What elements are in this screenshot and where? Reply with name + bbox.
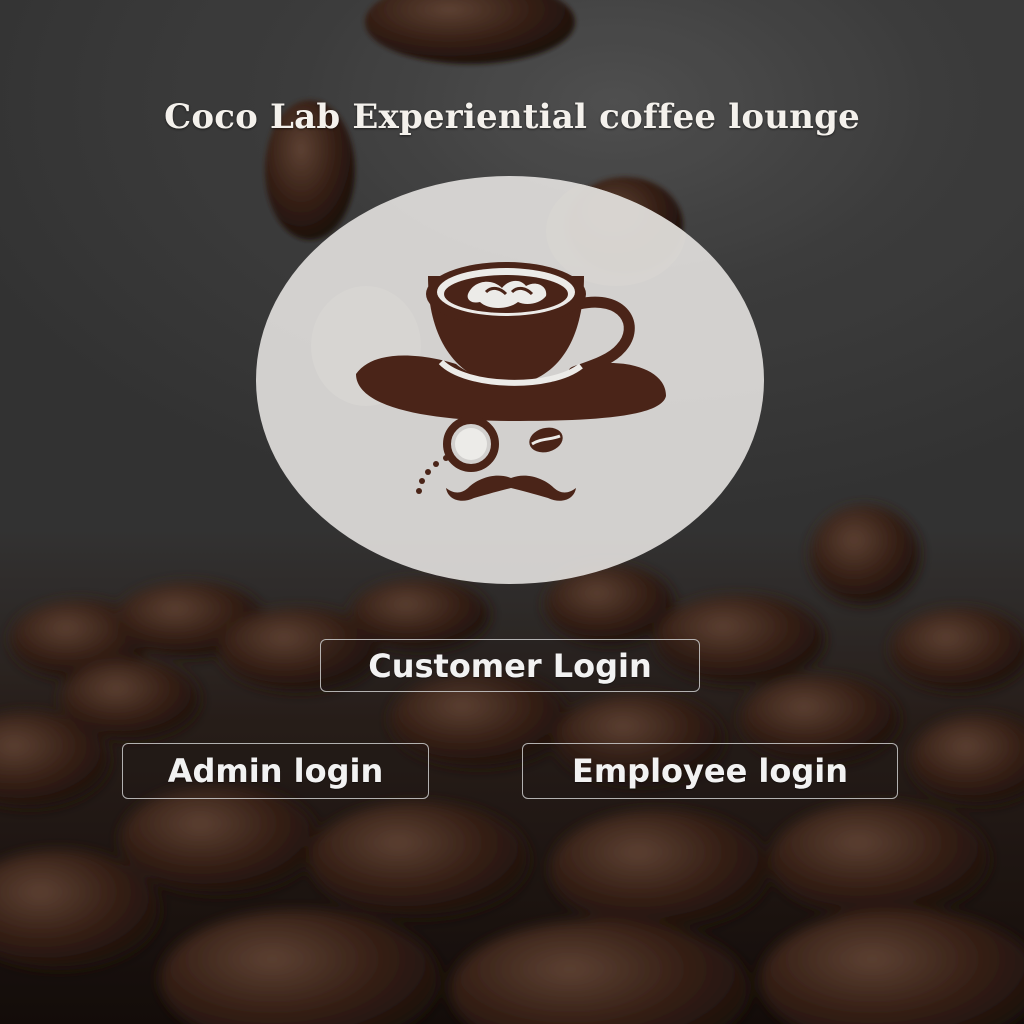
coffee-gentleman-logo-icon (311, 176, 686, 501)
customer-login-button[interactable]: Customer Login (320, 639, 700, 692)
page-title: Coco Lab Experiential coffee lounge (164, 96, 860, 137)
logo-badge (256, 176, 764, 584)
admin-login-button[interactable]: Admin login (122, 743, 429, 799)
employee-login-button[interactable]: Employee login (522, 743, 898, 799)
